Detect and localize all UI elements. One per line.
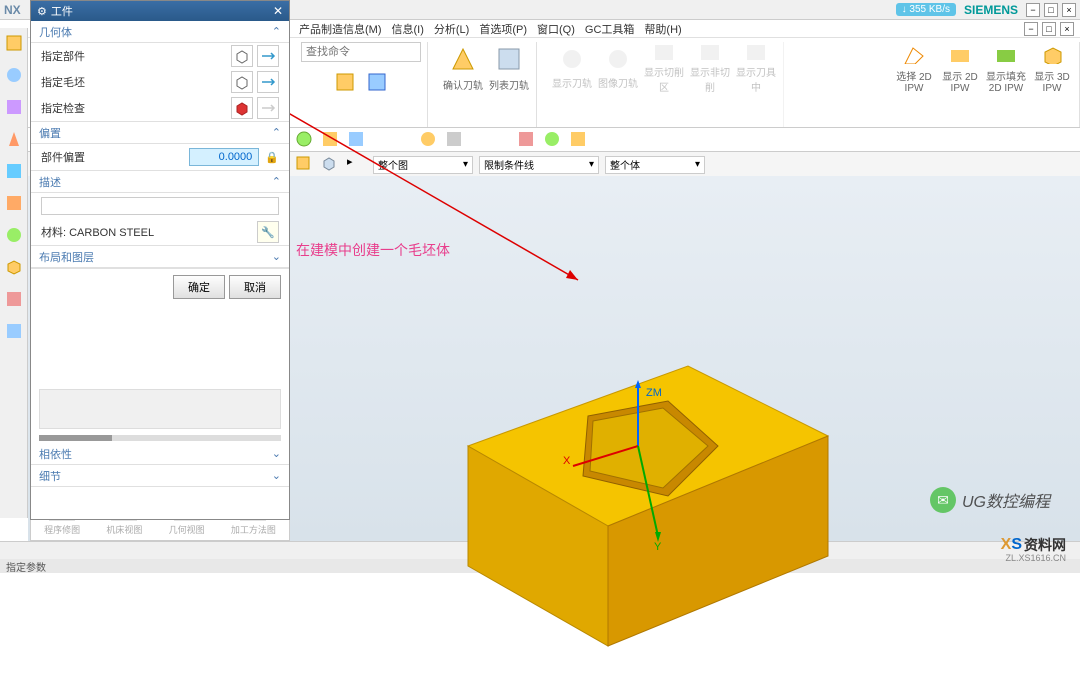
subwin-minimize[interactable]: − bbox=[1024, 22, 1038, 36]
close-button[interactable]: × bbox=[1062, 3, 1076, 17]
geometry-section-header[interactable]: 几何体 ⌃ bbox=[31, 21, 289, 43]
restore-button[interactable]: □ bbox=[1044, 3, 1058, 17]
show-3dipw-button[interactable]: 显示 3D IPW bbox=[1031, 42, 1073, 94]
gear-icon: ⚙ bbox=[37, 5, 47, 18]
svg-text:X: X bbox=[563, 455, 571, 467]
svg-text:Y: Y bbox=[654, 541, 662, 553]
cube-nav-icon[interactable] bbox=[3, 256, 25, 278]
describe-section-header[interactable]: 描述 ⌃ bbox=[31, 171, 289, 193]
speed-indicator: ↓ 355 KB/s bbox=[896, 3, 956, 16]
ok-button[interactable]: 确定 bbox=[173, 275, 225, 299]
minimize-button[interactable]: − bbox=[1026, 3, 1040, 17]
specify-blank-button[interactable] bbox=[231, 71, 253, 93]
resource-icon[interactable] bbox=[3, 224, 25, 246]
blank-display-button[interactable] bbox=[257, 71, 279, 93]
part-offset-label: 部件偏置 bbox=[41, 149, 183, 165]
scrollbar-track[interactable] bbox=[39, 435, 281, 441]
chevron-down-icon: ⌄ bbox=[272, 447, 281, 460]
offset-section-header[interactable]: 偏置 ⌃ bbox=[31, 122, 289, 144]
filter-combo-3[interactable]: 整个体▾ bbox=[605, 156, 705, 174]
method-nav-icon[interactable] bbox=[3, 192, 25, 214]
wechat-icon: ✉ bbox=[930, 487, 956, 513]
assy-nav-icon[interactable] bbox=[3, 96, 25, 118]
watermark-wechat: ✉ UG数控编程 bbox=[930, 487, 1050, 513]
cancel-button[interactable]: 取消 bbox=[229, 275, 281, 299]
specify-part-label: 指定部件 bbox=[41, 48, 225, 64]
menu-prefs[interactable]: 首选项(P) bbox=[475, 19, 531, 39]
tool-nav-icon[interactable] bbox=[3, 128, 25, 150]
material-label: 材料: CARBON STEEL bbox=[41, 224, 251, 240]
part-nav-icon[interactable] bbox=[3, 64, 25, 86]
select-2dipw-button[interactable]: 选择 2D IPW bbox=[893, 42, 935, 94]
material-button[interactable]: 🔧 bbox=[257, 221, 279, 243]
workpiece-dialog: ⚙ 工件 ✕ 几何体 ⌃ 指定部件 指定毛坯 指定检查 bbox=[30, 0, 290, 520]
image-toolpath-button: 图像刀轨 bbox=[597, 42, 639, 94]
chevron-up-icon: ⌃ bbox=[272, 25, 281, 38]
brand-label: SIEMENS bbox=[964, 3, 1018, 17]
annotation-arrow bbox=[238, 84, 598, 294]
show-cutarea-button: 显示切削区 bbox=[643, 42, 685, 94]
details-section-header[interactable]: 细节 ⌄ bbox=[31, 465, 289, 487]
describe-input[interactable] bbox=[41, 197, 279, 215]
watermark-site: XS 资料网 bbox=[1001, 535, 1066, 555]
show-2dipw-button[interactable]: 显示 2D IPW bbox=[939, 42, 981, 94]
chevron-up-icon: ⌃ bbox=[272, 175, 281, 188]
show-toolcenter-button: 显示刀具中 bbox=[735, 42, 777, 94]
menu-help[interactable]: 帮助(H) bbox=[640, 19, 685, 39]
app-logo: NX bbox=[4, 3, 21, 17]
layout-section-header[interactable]: 布局和图层 ⌄ bbox=[31, 246, 289, 268]
dialog-title: 工件 bbox=[51, 3, 73, 19]
show-noncut-button: 显示非切削 bbox=[689, 42, 731, 94]
history-icon[interactable] bbox=[3, 288, 25, 310]
depends-section-header[interactable]: 相依性 ⌄ bbox=[31, 443, 289, 465]
menu-window[interactable]: 窗口(Q) bbox=[533, 19, 579, 39]
menu-pmi[interactable]: 产品制造信息(M) bbox=[295, 19, 386, 39]
dialog-titlebar[interactable]: ⚙ 工件 ✕ bbox=[31, 1, 289, 21]
part-offset-value[interactable]: 0.0000 bbox=[189, 148, 259, 166]
chevron-down-icon: ⌄ bbox=[272, 250, 281, 263]
specify-blank-label: 指定毛坯 bbox=[41, 74, 225, 90]
specify-check-button[interactable] bbox=[231, 97, 253, 119]
roles-icon[interactable] bbox=[3, 320, 25, 342]
geom-nav-icon[interactable] bbox=[3, 160, 25, 182]
menu-gctoolbox[interactable]: GC工具箱 bbox=[581, 19, 639, 39]
show-fill-2dipw-button[interactable]: 显示填充 2D IPW bbox=[985, 42, 1027, 94]
command-search[interactable] bbox=[301, 42, 421, 62]
workpiece-model: ZM X Y bbox=[408, 356, 848, 686]
dialog-close-icon[interactable]: ✕ bbox=[273, 4, 283, 18]
menu-info[interactable]: 信息(I) bbox=[388, 19, 428, 39]
chevron-up-icon: ⌃ bbox=[272, 126, 281, 139]
status-left: 指定参数 bbox=[6, 563, 46, 574]
specify-part-button[interactable] bbox=[231, 45, 253, 67]
subwin-restore[interactable]: □ bbox=[1042, 22, 1056, 36]
locked-area bbox=[39, 389, 281, 429]
check-display-button[interactable] bbox=[257, 97, 279, 119]
menu-analyze[interactable]: 分析(L) bbox=[430, 19, 473, 39]
specify-check-label: 指定检查 bbox=[41, 100, 225, 116]
lock-icon[interactable]: 🔒 bbox=[265, 151, 279, 164]
left-icon-bar bbox=[0, 28, 28, 518]
navigator-icon[interactable] bbox=[3, 32, 25, 54]
part-display-button[interactable] bbox=[257, 45, 279, 67]
svg-text:ZM: ZM bbox=[646, 387, 662, 399]
subwin-close[interactable]: × bbox=[1060, 22, 1074, 36]
annotation-text: 在建模中创建一个毛坯体 bbox=[296, 240, 450, 260]
chevron-down-icon: ⌄ bbox=[272, 469, 281, 482]
